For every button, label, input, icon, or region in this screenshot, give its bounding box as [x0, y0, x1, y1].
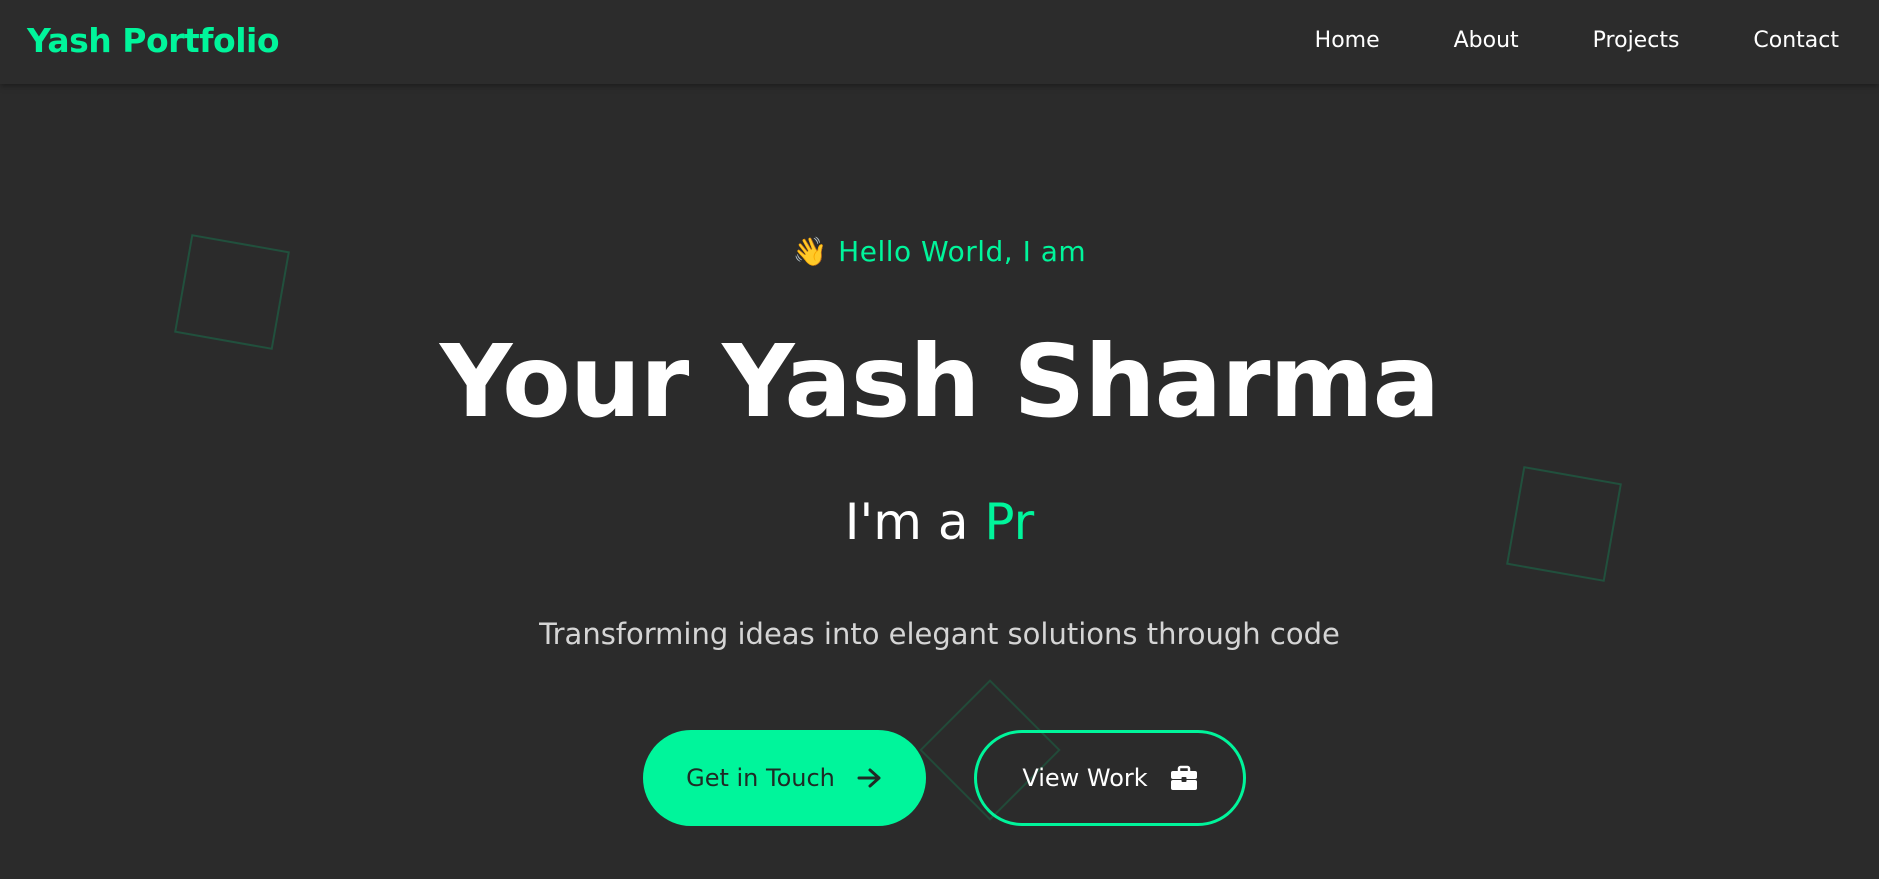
nav-links: Home About Projects Contact: [1241, 25, 1839, 57]
nav-link-about[interactable]: About: [1454, 25, 1519, 57]
hero-tagline: Transforming ideas into elegant solution…: [539, 617, 1340, 651]
portfolio-page: Yash Portfolio Home About Projects Conta…: [0, 0, 1879, 879]
view-work-button[interactable]: View Work: [974, 730, 1246, 826]
waving-hand-icon: 👋: [792, 235, 829, 268]
nav-link-projects[interactable]: Projects: [1593, 25, 1680, 57]
brand-logo[interactable]: Yash Portfolio: [27, 20, 280, 62]
greeting-text: Hello World, I am: [838, 235, 1087, 268]
navbar: Yash Portfolio Home About Projects Conta…: [0, 0, 1879, 84]
view-work-label: View Work: [1022, 764, 1148, 792]
briefcase-icon: [1170, 765, 1198, 791]
hero-title: Your Yash Sharma: [439, 323, 1440, 440]
hero-greeting: 👋 Hello World, I am: [0, 232, 1879, 272]
get-in-touch-button[interactable]: Get in Touch: [643, 730, 926, 826]
get-in-touch-label: Get in Touch: [686, 764, 835, 792]
role-prefix: I'm a: [844, 493, 985, 551]
role-typed-text: Pr: [984, 493, 1035, 551]
role-line: I'm a Pr: [0, 490, 1879, 554]
nav-link-home[interactable]: Home: [1315, 25, 1380, 57]
arrow-right-icon: [857, 767, 883, 789]
nav-link-contact[interactable]: Contact: [1753, 25, 1839, 57]
